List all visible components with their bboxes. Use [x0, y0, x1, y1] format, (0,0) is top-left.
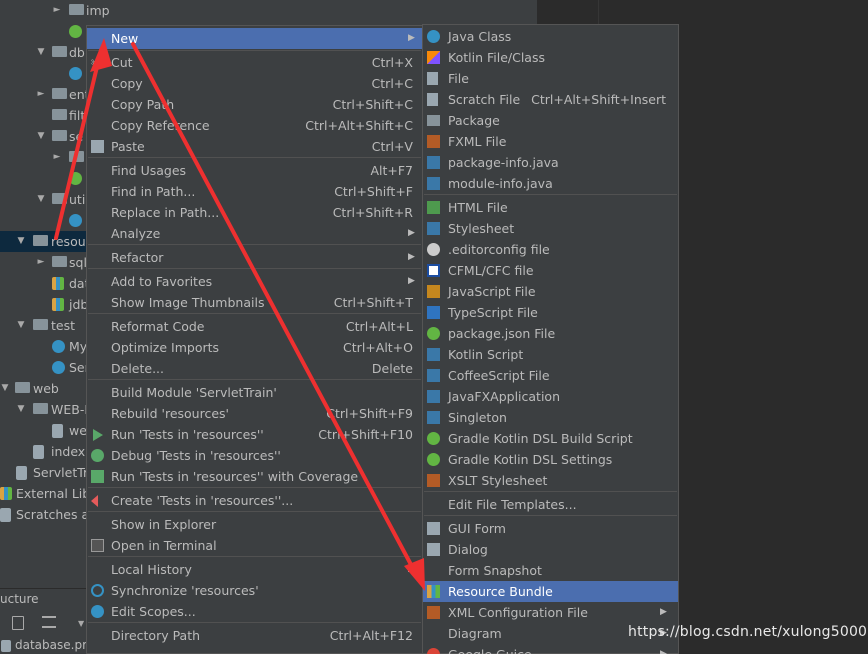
annotation-overlay [54, 38, 425, 591]
watermark: https://blog.csdn.net/xulong5000 [628, 624, 868, 640]
annotation-arrow-to-resource-bundle [131, 42, 418, 576]
annotation-arrow-to-new [54, 48, 103, 240]
annotation-arrowhead-new [90, 38, 112, 72]
annotation-arrowhead-resource-bundle [404, 558, 425, 591]
